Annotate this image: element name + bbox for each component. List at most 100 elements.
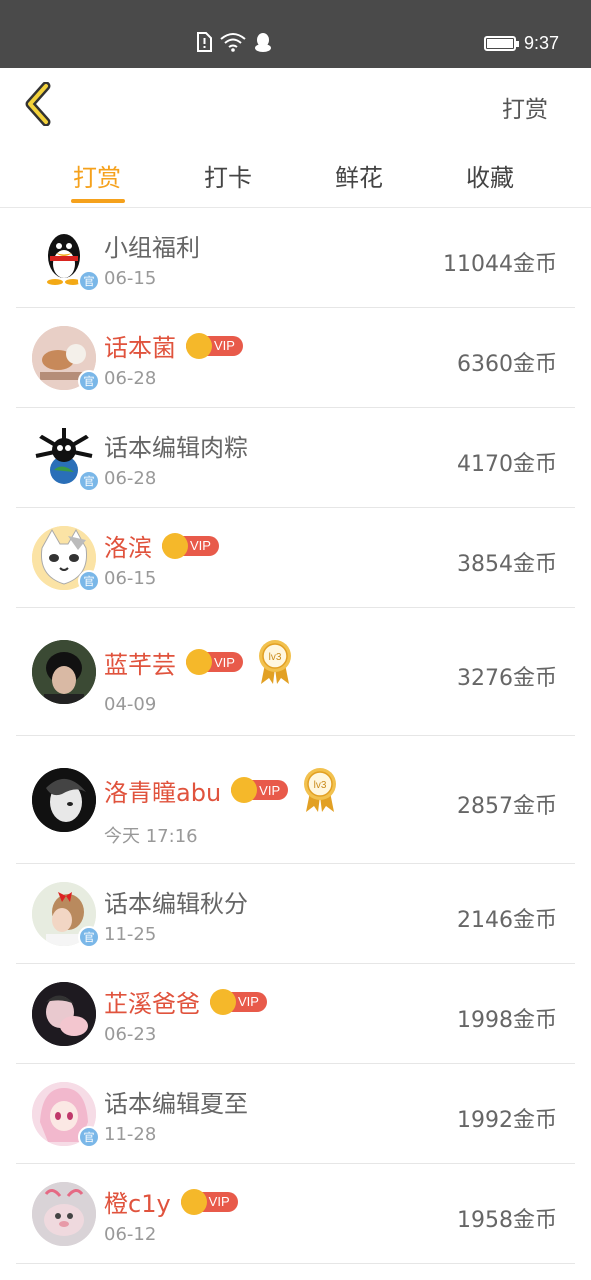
user-name[interactable]: 橙c1y VIP (104, 1184, 238, 1219)
user-name[interactable]: 话本菌 VIP (104, 328, 243, 363)
level-medal-icon: lv3 (257, 638, 293, 686)
crown-icon (180, 1188, 207, 1215)
list-item[interactable]: 官 话本编辑秋分 11-25 2146金币 (16, 864, 575, 964)
status-icons (196, 32, 272, 52)
official-badge: 官 (78, 1126, 100, 1148)
medal-label: lv3 (314, 780, 327, 791)
tab-favorites[interactable]: 收藏 (466, 158, 514, 193)
level-medal-icon: lv3 (302, 766, 338, 814)
list-item[interactable]: 官 话本编辑肉粽 06-28 4170金币 (16, 408, 575, 508)
user-name[interactable]: 洛滨 VIP (104, 528, 219, 563)
avatar (32, 1182, 96, 1246)
user-name-text[interactable]: 洛滨 (104, 528, 152, 563)
vip-label: VIP (208, 1194, 230, 1209)
crown-icon (186, 649, 212, 675)
reward-date: 今天 17:16 (104, 826, 198, 847)
avatar (32, 982, 96, 1046)
reward-list: 官 小组福利 06-15 11044金币 官 话本菌 VIP 06-28 636… (16, 208, 575, 1264)
user-name-text[interactable]: 洛青瞳abu (104, 773, 221, 808)
official-badge: 官 (78, 370, 100, 392)
tab-bar: 打赏 打卡 鲜花 收藏 (0, 140, 591, 208)
qq-icon (255, 33, 271, 52)
reward-date: 04-09 (104, 694, 157, 715)
user-name[interactable]: 洛青瞳abu VIP lv3 (104, 766, 338, 814)
reward-date: 06-23 (104, 1024, 157, 1045)
reward-date: 06-15 (104, 568, 157, 589)
coin-amount: 2146金币 (457, 908, 557, 933)
tab-checkin[interactable]: 打卡 (204, 158, 252, 193)
tab-active-indicator (71, 199, 125, 203)
user-name-text[interactable]: 话本菌 (104, 328, 176, 363)
coin-amount: 2857金币 (457, 794, 557, 819)
reward-date: 11-28 (104, 1124, 157, 1145)
medal-label: lv3 (269, 652, 282, 663)
battery-icon (483, 36, 519, 51)
user-name-text[interactable]: 蓝芊芸 (104, 645, 176, 680)
list-item[interactable]: 官 洛滨 VIP 06-15 3854金币 (16, 508, 575, 608)
coin-amount: 4170金币 (457, 452, 557, 477)
user-name-text[interactable]: 橙c1y (104, 1184, 171, 1219)
crown-icon (186, 332, 212, 359)
user-name[interactable]: 芷溪爸爸 VIP (104, 984, 267, 1019)
vip-badge: VIP (186, 649, 243, 675)
vip-label: VIP (190, 538, 211, 553)
status-right: 9:37 (483, 33, 559, 54)
reward-date: 06-15 (104, 268, 157, 289)
coin-amount: 1998金币 (457, 1008, 557, 1033)
back-button[interactable] (22, 81, 58, 127)
reward-date: 06-28 (104, 468, 157, 489)
header: 打赏 (0, 68, 591, 140)
user-name-text[interactable]: 小组福利 (104, 228, 200, 263)
avatar (32, 768, 96, 832)
user-name[interactable]: 话本编辑秋分 (104, 884, 248, 919)
user-name[interactable]: 小组福利 (104, 228, 200, 263)
list-item[interactable]: 橙c1y VIP 06-12 1958金币 (16, 1164, 575, 1264)
list-item[interactable]: 洛青瞳abu VIP lv3 今天 17:16 2857金币 (16, 736, 575, 864)
tab-flowers[interactable]: 鲜花 (335, 158, 383, 193)
user-name-text[interactable]: 话本编辑秋分 (104, 884, 248, 919)
vip-badge: VIP (186, 332, 243, 359)
user-name[interactable]: 话本编辑肉粽 (104, 428, 248, 463)
official-badge: 官 (78, 570, 100, 592)
list-item[interactable]: 芷溪爸爸 VIP 06-23 1998金币 (16, 964, 575, 1064)
user-name-text[interactable]: 芷溪爸爸 (104, 984, 200, 1019)
user-name-text[interactable]: 话本编辑肉粽 (104, 428, 248, 463)
tab-reward[interactable]: 打赏 (73, 158, 121, 193)
user-name[interactable]: 蓝芊芸 VIP lv3 (104, 638, 293, 686)
wifi-icon (220, 33, 246, 52)
vip-label: VIP (238, 994, 259, 1009)
user-name[interactable]: 话本编辑夏至 (104, 1084, 248, 1119)
vip-badge: VIP (162, 532, 219, 559)
avatar (32, 640, 96, 704)
status-time: 9:37 (523, 33, 559, 53)
vip-badge: VIP (231, 777, 289, 803)
reward-date: 06-12 (104, 1224, 157, 1245)
vip-label: VIP (259, 782, 281, 798)
vip-label: VIP (214, 654, 235, 670)
reward-button[interactable]: 打赏 (502, 90, 548, 124)
sim-alert-icon (197, 32, 212, 52)
vip-badge: VIP (180, 1188, 238, 1215)
vip-badge: VIP (210, 988, 267, 1015)
chevron-left-icon (25, 81, 51, 127)
status-bar: 9:37 (0, 0, 591, 68)
coin-amount: 3276金币 (457, 666, 557, 691)
crown-icon (162, 532, 188, 559)
crown-icon (231, 777, 258, 803)
list-item[interactable]: 官 话本菌 VIP 06-28 6360金币 (16, 308, 575, 408)
user-name-text[interactable]: 话本编辑夏至 (104, 1084, 248, 1119)
official-badge: 官 (78, 470, 100, 492)
vip-label: VIP (214, 338, 235, 353)
coin-amount: 3854金币 (457, 552, 557, 577)
list-item[interactable]: 官 小组福利 06-15 11044金币 (16, 208, 575, 308)
official-badge: 官 (78, 270, 100, 292)
coin-amount: 6360金币 (457, 352, 557, 377)
coin-amount: 1992金币 (457, 1108, 557, 1133)
coin-amount: 11044金币 (443, 252, 557, 277)
official-badge: 官 (78, 926, 100, 948)
reward-date: 11-25 (104, 924, 157, 945)
coin-amount: 1958金币 (457, 1208, 557, 1233)
list-item[interactable]: 蓝芊芸 VIP lv3 04-09 3276金币 (16, 608, 575, 736)
list-item[interactable]: 官 话本编辑夏至 11-28 1992金币 (16, 1064, 575, 1164)
reward-date: 06-28 (104, 368, 157, 389)
